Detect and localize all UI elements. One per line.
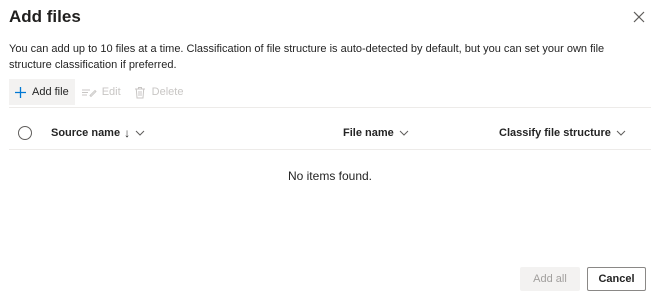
cancel-button[interactable]: Cancel bbox=[587, 267, 646, 291]
empty-state-message: No items found. bbox=[287, 169, 373, 183]
chevron-down-icon bbox=[616, 130, 626, 136]
select-all-radio[interactable] bbox=[18, 126, 32, 140]
add-file-button[interactable]: Add file bbox=[9, 79, 75, 105]
trash-icon bbox=[133, 85, 147, 99]
classify-label: Classify file structure bbox=[499, 127, 611, 139]
file-name-label: File name bbox=[343, 127, 394, 139]
column-header-file-name[interactable]: File name bbox=[343, 120, 409, 146]
delete-label: Delete bbox=[151, 86, 184, 98]
edit-icon bbox=[81, 85, 97, 99]
edit-label: Edit bbox=[101, 86, 121, 98]
close-button[interactable] bbox=[631, 9, 647, 25]
header-divider bbox=[9, 149, 651, 150]
dialog-title: Add files bbox=[9, 7, 81, 26]
dialog-description: You can add up to 10 files at a time. Cl… bbox=[9, 43, 605, 71]
column-header-source-name[interactable]: Source name ↓ bbox=[51, 120, 145, 146]
add-file-label: Add file bbox=[32, 86, 69, 98]
source-name-label: Source name bbox=[51, 127, 121, 139]
chevron-down-icon bbox=[135, 130, 145, 136]
sort-descending-icon: ↓ bbox=[124, 126, 131, 140]
column-header-classify-file-structure[interactable]: Classify file structure bbox=[499, 120, 626, 146]
plus-icon bbox=[13, 85, 27, 99]
close-icon bbox=[631, 9, 647, 25]
edit-button[interactable]: Edit bbox=[77, 79, 125, 105]
add-all-button[interactable]: Add all bbox=[520, 267, 580, 291]
command-bar: Add file Edit Delete bbox=[9, 79, 187, 105]
toolbar-divider bbox=[9, 107, 651, 108]
chevron-down-icon bbox=[399, 130, 409, 136]
delete-button[interactable]: Delete bbox=[129, 79, 188, 105]
